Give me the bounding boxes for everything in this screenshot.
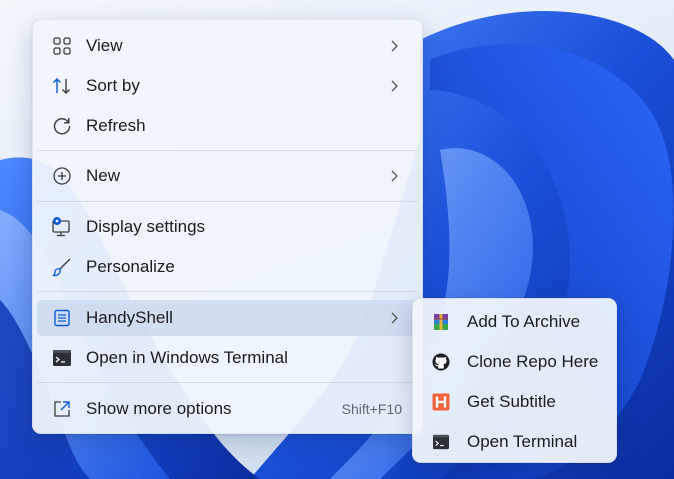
github-icon <box>431 352 451 372</box>
menu-item-label: Refresh <box>86 116 146 135</box>
menu-separator <box>37 291 418 292</box>
menu-item-sort-by[interactable]: Sort by <box>37 68 418 104</box>
menu-item-show-more-options[interactable]: Show more options Shift+F10 <box>37 391 418 427</box>
submenu-item-label: Add To Archive <box>467 312 581 331</box>
menu-item-label: Personalize <box>86 257 175 276</box>
subtitle-h-icon <box>431 392 451 412</box>
submenu-item-get-subtitle[interactable]: Get Subtitle <box>417 384 612 420</box>
shortcut-hint: Shift+F10 <box>341 401 402 417</box>
menu-item-new[interactable]: New <box>37 158 418 194</box>
chevron-right-icon <box>388 312 400 324</box>
menu-separator <box>37 150 418 151</box>
submenu-item-label: Open Terminal <box>467 432 578 451</box>
submenu-item-label: Clone Repo Here <box>467 352 599 371</box>
grid-icon <box>51 35 73 57</box>
menu-item-label: Sort by <box>86 76 140 95</box>
handyshell-submenu: Add To Archive Clone Repo Here Get Subti… <box>412 298 617 463</box>
brush-icon <box>51 256 73 278</box>
menu-item-view[interactable]: View <box>37 28 418 64</box>
terminal-icon <box>51 347 73 369</box>
plus-circle-icon <box>51 165 73 187</box>
chevron-right-icon <box>388 40 400 52</box>
menu-item-personalize[interactable]: Personalize <box>37 249 418 285</box>
desktop-context-menu: View Sort by Refresh New Display setting… <box>32 19 423 434</box>
menu-item-label: Open in Windows Terminal <box>86 348 288 367</box>
menu-item-refresh[interactable]: Refresh <box>37 108 418 144</box>
menu-item-label: HandyShell <box>86 308 173 327</box>
refresh-icon <box>51 115 73 137</box>
menu-item-handyshell[interactable]: HandyShell <box>37 300 418 336</box>
expand-icon <box>51 398 73 420</box>
handyshell-icon <box>51 307 73 329</box>
sort-arrows-icon <box>51 75 73 97</box>
submenu-item-label: Get Subtitle <box>467 392 556 411</box>
chevron-right-icon <box>388 80 400 92</box>
menu-item-label: Show more options <box>86 399 232 418</box>
chevron-right-icon <box>388 170 400 182</box>
menu-item-label: New <box>86 166 121 185</box>
submenu-item-open-terminal[interactable]: Open Terminal <box>417 424 612 460</box>
menu-separator <box>37 201 418 202</box>
menu-item-label: Display settings <box>86 217 206 236</box>
submenu-item-add-to-archive[interactable]: Add To Archive <box>417 304 612 340</box>
terminal-icon <box>431 432 451 452</box>
menu-separator <box>37 382 418 383</box>
display-settings-icon <box>51 216 73 238</box>
submenu-item-clone-repo-here[interactable]: Clone Repo Here <box>417 344 612 380</box>
menu-item-label: View <box>86 36 123 55</box>
winrar-icon <box>431 312 451 332</box>
menu-item-display-settings[interactable]: Display settings <box>37 209 418 245</box>
menu-item-open-in-windows-terminal[interactable]: Open in Windows Terminal <box>37 340 418 376</box>
